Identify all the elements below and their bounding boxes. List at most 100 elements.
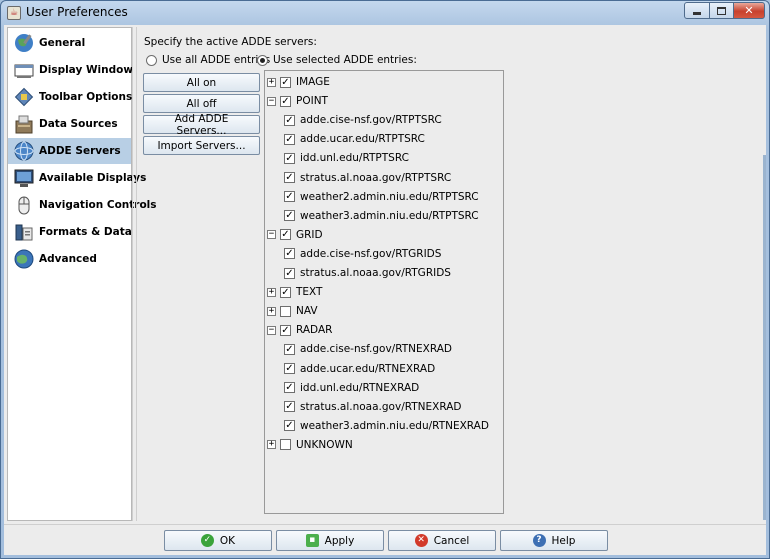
expand-icon[interactable]: + xyxy=(267,440,276,450)
title-bar[interactable]: ☕ User Preferences ✕ xyxy=(1,1,769,25)
adde-globe-icon xyxy=(14,141,34,161)
split-pane-divider[interactable] xyxy=(132,27,137,521)
checkbox-checked-icon[interactable]: ✓ xyxy=(284,382,295,394)
cancel-button[interactable]: ✕ Cancel xyxy=(388,530,496,551)
sidebar-item-navigation-controls[interactable]: Navigation Controls xyxy=(8,192,157,218)
radio-use-all[interactable]: Use all ADDE entries xyxy=(146,54,270,66)
tree-group-text[interactable]: + ✓ TEXT xyxy=(267,284,322,300)
tree-entry-weather3-admin-niu-edu-rtnexrad[interactable]: ✓ weather3.admin.niu.edu/RTNEXRAD xyxy=(284,418,489,434)
checkbox-checked-icon[interactable]: ✓ xyxy=(284,363,295,374)
checkbox-checked-icon[interactable]: ✓ xyxy=(284,172,295,183)
import-servers-button[interactable]: Import Servers... xyxy=(143,136,260,155)
display-window-icon xyxy=(14,64,34,78)
tree-entry-adde-ucar-edu-rtnexrad[interactable]: ✓ adde.ucar.edu/RTNEXRAD xyxy=(284,361,435,377)
tree-node-label: adde.ucar.edu/RTNEXRAD xyxy=(300,362,436,375)
checkbox-checked-icon[interactable]: ✓ xyxy=(284,191,295,203)
radio-button-icon[interactable] xyxy=(146,54,157,66)
radio-use-selected[interactable]: Use selected ADDE entries: xyxy=(257,54,417,66)
tree-node-label: adde.cise-nsf.gov/RTGRIDS xyxy=(300,247,442,260)
radio-label: Use all ADDE entries xyxy=(162,54,271,66)
checkbox-checked-icon[interactable]: ✓ xyxy=(284,248,295,260)
sidebar: General Display Window Toolbar Options D… xyxy=(7,27,157,521)
tree-entry-idd-unl-edu-rtptsrc[interactable]: ✓ idd.unl.edu/RTPTSRC xyxy=(284,150,409,166)
tree-entry-weather3-admin-niu-edu-rtptsrc[interactable]: ✓ weather3.admin.niu.edu/RTPTSRC xyxy=(284,208,479,224)
expand-icon[interactable]: + xyxy=(267,287,276,297)
expand-icon[interactable]: + xyxy=(267,306,276,316)
monitor-icon xyxy=(14,169,34,187)
sidebar-item-toolbar-options[interactable]: Toolbar Options xyxy=(8,84,132,110)
tree-entry-stratus-al-noaa-gov-rtgrids[interactable]: ✓ stratus.al.noaa.gov/RTGRIDS xyxy=(284,265,451,281)
tree-entry-adde-ucar-edu-rtptsrc[interactable]: ✓ adde.ucar.edu/RTPTSRC xyxy=(284,131,425,147)
checkbox-checked-icon[interactable]: ✓ xyxy=(280,229,291,241)
sidebar-item-adde-servers[interactable]: ADDE Servers xyxy=(8,138,131,164)
add-adde-servers-button[interactable]: Add ADDE Servers... xyxy=(143,113,260,137)
content-area: General Display Window Toolbar Options D… xyxy=(4,25,766,524)
adde-servers-panel: Specify the active ADDE servers: Use all… xyxy=(139,25,759,522)
tree-entry-adde-cise-nsf-gov-rtnexrad[interactable]: ✓ adde.cise-nsf.gov/RTNEXRAD xyxy=(284,341,452,357)
tree-node-label: UNKNOWN xyxy=(296,438,353,451)
tree-node-label: stratus.al.noaa.gov/RTNEXRAD xyxy=(300,400,462,413)
adde-server-tree[interactable]: + ✓ IMAGE − ✓ POINT ✓ adde.cise-nsf.gov/RTPTSRC… xyxy=(264,70,504,514)
tree-group-radar[interactable]: − ✓ RADAR xyxy=(267,322,332,338)
collapse-icon[interactable]: − xyxy=(267,325,276,335)
checkbox-checked-icon[interactable]: ✓ xyxy=(284,420,295,432)
close-button[interactable]: ✕ xyxy=(733,2,765,19)
checkbox-checked-icon[interactable]: ✓ xyxy=(284,152,295,164)
tree-entry-stratus-al-noaa-gov-rtnexrad[interactable]: ✓ stratus.al.noaa.gov/RTNEXRAD xyxy=(284,399,462,415)
radio-button-selected-icon[interactable] xyxy=(257,54,268,66)
radio-label: Use selected ADDE entries: xyxy=(273,54,417,66)
apply-button[interactable]: ▪ Apply xyxy=(276,530,384,551)
advanced-globe-icon xyxy=(14,249,34,269)
minimize-button[interactable] xyxy=(684,2,710,19)
sidebar-item-label: General xyxy=(39,37,86,49)
checkbox-checked-icon[interactable]: ✓ xyxy=(284,210,295,222)
tree-entry-idd-unl-edu-rtnexrad[interactable]: ✓ idd.unl.edu/RTNEXRAD xyxy=(284,380,419,396)
checkbox-checked-icon[interactable]: ✓ xyxy=(284,267,295,279)
sidebar-item-display-window[interactable]: Display Window xyxy=(8,57,133,83)
checkbox-checked-icon[interactable]: ✓ xyxy=(284,133,295,145)
ok-button[interactable]: ✓ OK xyxy=(164,530,272,551)
tree-group-grid[interactable]: − ✓ GRID xyxy=(267,227,323,243)
checkbox-checked-icon[interactable]: ✓ xyxy=(284,401,295,413)
checkbox-checked-icon[interactable]: ✓ xyxy=(280,76,291,88)
tree-entry-weather2-admin-niu-edu-rtptsrc[interactable]: ✓ weather2.admin.niu.edu/RTPTSRC xyxy=(284,189,479,205)
sidebar-item-data-sources[interactable]: Data Sources xyxy=(8,111,131,137)
tree-node-label: stratus.al.noaa.gov/RTGRIDS xyxy=(300,267,451,279)
sidebar-item-label: ADDE Servers xyxy=(39,145,121,157)
sidebar-item-formats-data[interactable]: Formats & Data xyxy=(8,219,132,245)
maximize-icon xyxy=(717,6,726,15)
tree-group-image[interactable]: + ✓ IMAGE xyxy=(267,74,330,90)
expand-icon[interactable]: + xyxy=(267,77,276,87)
tree-node-label: weather2.admin.niu.edu/RTPTSRC xyxy=(300,190,479,203)
tree-group-nav[interactable]: + NAV xyxy=(267,303,318,319)
sidebar-item-general[interactable]: General xyxy=(8,30,131,56)
formats-data-icon xyxy=(15,224,33,241)
tree-node-label: TEXT xyxy=(296,286,323,299)
tree-node-label: weather3.admin.niu.edu/RTNEXRAD xyxy=(300,419,489,432)
cancel-label: Cancel xyxy=(433,534,470,547)
sidebar-item-available-displays[interactable]: Available Displays xyxy=(8,165,146,191)
close-icon: ✕ xyxy=(744,4,754,17)
minimize-icon xyxy=(693,12,701,15)
apply-label: Apply xyxy=(324,534,355,547)
checkbox-checked-icon[interactable]: ✓ xyxy=(280,324,291,336)
all-on-button[interactable]: All on xyxy=(143,73,260,92)
maximize-button[interactable] xyxy=(709,2,734,19)
collapse-icon[interactable]: − xyxy=(267,230,276,240)
checkbox-checked-icon[interactable]: ✓ xyxy=(284,343,295,355)
footer-button-bar: ✓ OK ▪ Apply ✕ Cancel ? Help xyxy=(4,524,766,555)
tree-entry-adde-cise-nsf-gov-rtgrids[interactable]: ✓ adde.cise-nsf.gov/RTGRIDS xyxy=(284,246,441,262)
checkbox-unchecked-icon[interactable] xyxy=(280,439,291,451)
collapse-icon[interactable]: − xyxy=(267,96,276,106)
checkbox-checked-icon[interactable]: ✓ xyxy=(284,114,295,126)
tree-group-point[interactable]: − ✓ POINT xyxy=(267,93,328,109)
sidebar-item-advanced[interactable]: Advanced xyxy=(8,246,131,272)
tree-group-unknown[interactable]: + UNKNOWN xyxy=(267,437,353,453)
tree-entry-adde-cise-nsf-gov-rtptsrc[interactable]: ✓ adde.cise-nsf.gov/RTPTSRC xyxy=(284,112,442,128)
help-button[interactable]: ? Help xyxy=(500,530,608,551)
checkbox-checked-icon[interactable]: ✓ xyxy=(280,95,291,107)
all-off-button[interactable]: All off xyxy=(143,94,260,113)
checkbox-unchecked-icon[interactable] xyxy=(280,305,291,317)
checkbox-checked-icon[interactable]: ✓ xyxy=(280,286,291,298)
tree-entry-stratus-al-noaa-gov-rtptsrc[interactable]: ✓ stratus.al.noaa.gov/RTPTSRC xyxy=(284,170,451,186)
